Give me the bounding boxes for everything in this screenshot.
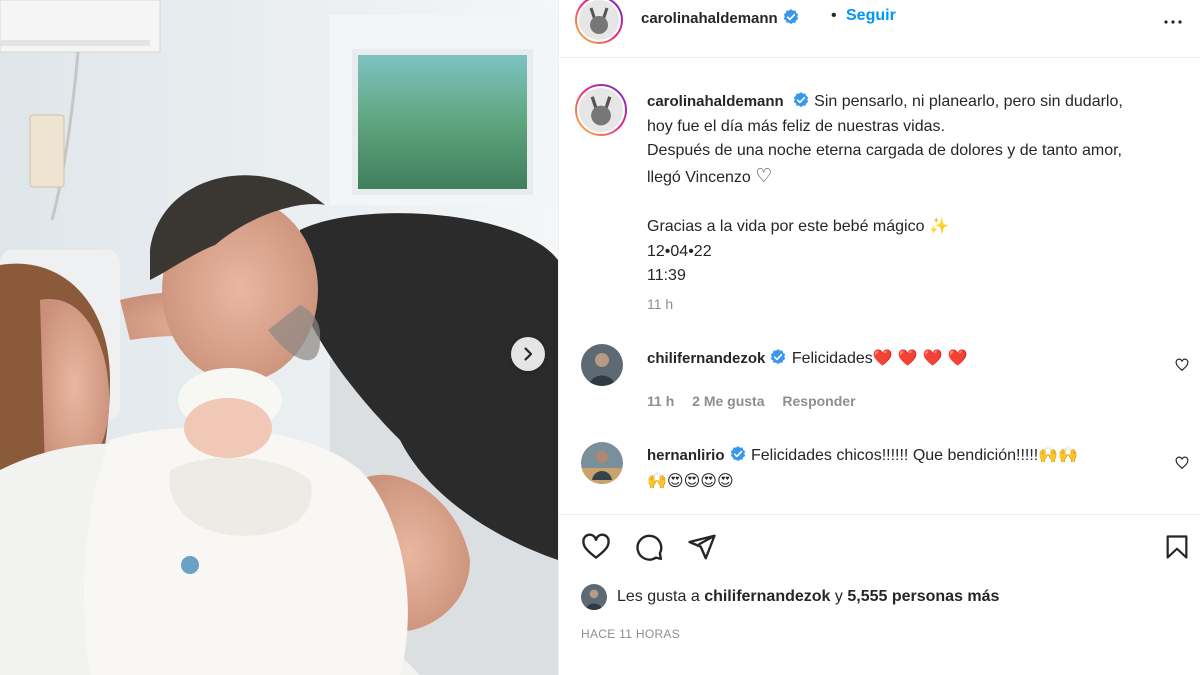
caption-line: Después de una noche eterna cargada de d… xyxy=(647,142,1122,159)
comment-button[interactable] xyxy=(634,532,664,567)
post-header: carolinahaldemann • Seguir xyxy=(559,0,1200,58)
caption-username[interactable]: carolinahaldemann xyxy=(647,93,784,110)
caption-line: llegó Vincenzo xyxy=(647,168,751,186)
post-details-panel: carolinahaldemann • Seguir carolinahalde… xyxy=(558,0,1200,675)
commenter-username[interactable]: chilifernandezok xyxy=(647,350,765,367)
follow-separator: • xyxy=(831,7,837,24)
share-button[interactable] xyxy=(687,532,717,567)
heart-icon xyxy=(1175,456,1189,470)
bookmark-icon xyxy=(1166,535,1188,559)
caption-line: 12•04•22 xyxy=(647,242,712,260)
caption-line: Gracias a la vida por este bebé mágico xyxy=(647,218,925,235)
caption-time[interactable]: 11 h xyxy=(647,296,673,312)
heart-emojis: ❤️ ❤️ ❤️ ❤️ xyxy=(872,348,968,367)
caption-author-avatar[interactable] xyxy=(575,84,627,136)
caption-line: hoy fue el día más feliz de nuestras vid… xyxy=(647,117,945,135)
likes-prefix: Les gusta a xyxy=(617,588,700,605)
comment-text: Felicidades xyxy=(791,350,873,367)
caption-line: 11:39 xyxy=(647,267,686,284)
author-avatar[interactable] xyxy=(575,0,629,46)
commenter-avatar[interactable] xyxy=(581,442,623,484)
avatar-image xyxy=(579,0,619,40)
comment-icon xyxy=(636,534,663,561)
likes-others[interactable]: 5,555 personas más xyxy=(847,588,999,606)
post-photo[interactable] xyxy=(0,0,558,675)
sparkle-emoji: ✨ xyxy=(928,216,949,235)
avatar-image xyxy=(581,442,623,484)
caption-text: carolinahaldemann Sin pensarlo, ni plane… xyxy=(647,90,1192,289)
share-icon xyxy=(688,534,716,560)
post-timestamp[interactable]: HACE 11 HORAS xyxy=(581,627,680,641)
avatar-image xyxy=(581,344,623,386)
raised-hands-emojis: 🙌🙌 xyxy=(1038,445,1079,464)
reply-button[interactable]: Responder xyxy=(782,393,855,409)
verified-badge-icon xyxy=(771,349,786,365)
likes-summary: Les gusta a chilifernandezok y 5,555 per… xyxy=(581,584,999,610)
comment-time[interactable]: 11 h xyxy=(647,393,674,409)
heart-icon xyxy=(1175,358,1189,372)
commenter-username[interactable]: hernanlirio xyxy=(647,447,725,464)
liker-username[interactable]: chilifernandezok xyxy=(704,588,830,606)
more-options-icon xyxy=(1164,20,1182,24)
author-username[interactable]: carolinahaldemann xyxy=(641,10,778,27)
comment-like-button[interactable] xyxy=(1175,456,1189,475)
comment-text: Felicidades chicos!!!!!! Que bendición!!… xyxy=(750,447,1039,464)
likes-joiner: y xyxy=(834,588,843,605)
author-name-row: carolinahaldemann xyxy=(641,8,800,28)
carousel-next-button[interactable] xyxy=(511,337,545,371)
comment-body: chilifernandezok Felicidades❤️ ❤️ ❤️ ❤️ xyxy=(647,346,1147,372)
heart-icon xyxy=(582,533,610,559)
comment-like-button[interactable] xyxy=(1175,358,1189,377)
comment-body: hernanlirio Felicidades chicos!!!!!! Que… xyxy=(647,443,1147,494)
heart-eyes-emojis: 🙌😍😍😍😍 xyxy=(647,470,734,490)
avatar-image xyxy=(579,88,623,132)
verified-badge-icon xyxy=(730,446,745,462)
save-button[interactable] xyxy=(1163,532,1191,567)
commenter-avatar[interactable] xyxy=(581,344,623,386)
heart-emoji: ♡ xyxy=(755,164,773,187)
post-actions xyxy=(559,528,1200,568)
verified-badge-icon xyxy=(793,92,808,108)
like-button[interactable] xyxy=(581,532,611,567)
post-photo-image xyxy=(0,0,558,675)
actions-divider xyxy=(559,514,1200,515)
caption-line: Sin pensarlo, ni planearlo, pero sin dud… xyxy=(814,93,1123,110)
follow-button[interactable]: Seguir xyxy=(846,7,896,25)
comment-likes[interactable]: 2 Me gusta xyxy=(692,393,764,409)
comment-meta: 11 h 2 Me gusta Responder xyxy=(647,393,870,409)
liker-avatar[interactable] xyxy=(581,584,607,610)
chevron-right-icon xyxy=(524,347,533,361)
more-options-button[interactable] xyxy=(1161,10,1185,39)
verified-badge-icon xyxy=(783,9,798,25)
